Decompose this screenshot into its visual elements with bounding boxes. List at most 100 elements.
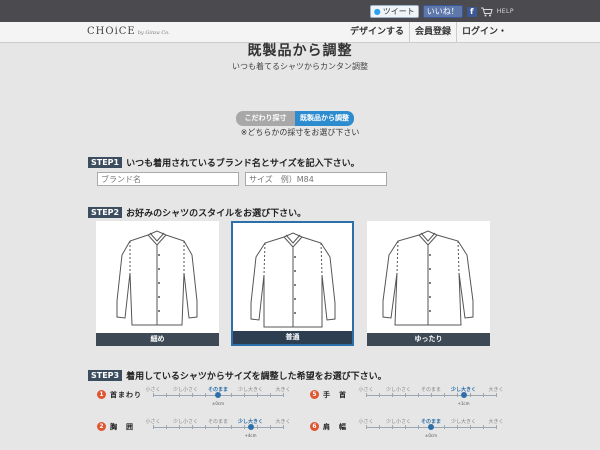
style-label-loose: ゆったり (367, 333, 490, 346)
slider-tick (270, 393, 271, 397)
adjust-number-badge: 2 (97, 422, 106, 431)
size-input[interactable] (245, 172, 387, 186)
slider-tick (379, 425, 380, 429)
slider-tick (244, 425, 245, 429)
adjust-part-label: 手 首 (323, 391, 347, 399)
scale-option[interactable]: 小さく (358, 386, 373, 393)
scale-option[interactable]: 大きく (275, 386, 290, 393)
adjust-number-badge: 5 (310, 390, 319, 399)
cart-icon[interactable] (480, 7, 493, 17)
scale-option[interactable]: 少し小さく (386, 386, 411, 393)
style-card-regular[interactable]: 普通 (231, 221, 354, 346)
adjust-number-badge: 1 (97, 390, 106, 399)
slider-tick (231, 393, 232, 397)
slider-tick (244, 393, 245, 397)
slider-tick (218, 425, 219, 429)
style-label-regular: 普通 (233, 331, 352, 344)
logo-text: CHOiCE (87, 26, 136, 37)
social-links: ● ツイート いいね！ f HELP (369, 5, 514, 18)
slider-tick (192, 425, 193, 429)
step1-badge: STEP1 (88, 157, 123, 168)
tweet-button[interactable]: ● ツイート (369, 5, 419, 18)
measure-mode-toggle: こだわり採寸 既製品から調整 (236, 111, 354, 126)
slider-tick (192, 393, 193, 397)
slider-tick (366, 393, 367, 397)
slider-track[interactable] (153, 425, 284, 429)
adjust-row: 6肩 幅小さく 少し小さく そのまま 少し大きく 大きく ±0cm (310, 414, 510, 438)
loose-shirt-icon (382, 230, 474, 326)
step3-badge: STEP3 (88, 370, 123, 381)
slider-tick (166, 425, 167, 429)
slider-tick (205, 425, 206, 429)
slider-tick (166, 393, 167, 397)
style-card-loose[interactable]: ゆったり (367, 221, 490, 346)
scale-option[interactable]: 少し小さく (173, 386, 198, 393)
slider-tick (496, 425, 497, 429)
scale-option[interactable]: 大きく (275, 418, 290, 425)
site-logo[interactable]: CHOiCE by Ginza Co. (87, 26, 170, 37)
slider-tick (205, 393, 206, 397)
tweet-label: ツイート (382, 7, 415, 16)
slider-tick (431, 393, 432, 397)
slider-handle[interactable] (215, 392, 221, 398)
scale-option[interactable]: 大きく (488, 386, 503, 393)
like-button[interactable]: いいね！ (422, 5, 463, 18)
slider-tick (444, 393, 445, 397)
brand-name-input[interactable] (97, 172, 239, 186)
scale-option[interactable]: 小さく (145, 418, 160, 425)
style-card-slim[interactable]: 細め (96, 221, 219, 346)
scale-option[interactable]: そのまま (208, 418, 228, 425)
scale-option[interactable]: 少し小さく (173, 418, 198, 425)
step2-header: STEP2 お好みのシャツのスタイルをお選び下さい。 (88, 206, 306, 219)
step1-header: STEP1 いつも着用されているブランド名とサイズを記入下さい。 (88, 156, 360, 169)
slider-handle[interactable] (428, 424, 434, 430)
scale-option[interactable]: 小さく (145, 386, 160, 393)
scale-option[interactable]: そのまま (421, 386, 441, 393)
adjust-value: +1cm (457, 401, 470, 406)
slider-tick (270, 425, 271, 429)
slider-handle[interactable] (460, 392, 467, 398)
step2-text: お好みのシャツのスタイルをお選び下さい。 (126, 209, 307, 219)
facebook-icon[interactable]: f (466, 6, 477, 17)
scale-option[interactable]: 少し小さく (386, 418, 411, 425)
toggle-from-ready-made[interactable]: 既製品から調整 (295, 111, 354, 126)
page-title: 既製品から調整 (247, 43, 353, 59)
slider-tick (392, 425, 393, 429)
slider-tick (153, 425, 154, 429)
top-bar: ● ツイート いいね！ f HELP (0, 0, 600, 22)
toggle-custom-measure[interactable]: こだわり採寸 (236, 111, 295, 126)
slider-track[interactable] (366, 393, 497, 397)
adjust-row: 5手 首小さく 少し小さく そのまま 少し大きく 大きく +1cm (310, 382, 510, 406)
slider-tick (231, 425, 232, 429)
slider-tick (405, 393, 406, 397)
slider-tick (283, 425, 284, 429)
slider-tick (257, 425, 258, 429)
scale-option[interactable]: 大きく (488, 418, 503, 425)
slider-tick (179, 425, 180, 429)
slider-tick (457, 393, 458, 397)
logo-tagline: by Ginza Co. (137, 30, 170, 36)
twitter-bird-icon: ● (373, 7, 381, 16)
adjust-row: 1 首まわり 小さく 少し小さく そのまま 少し大きく 大きく ±0cm (97, 382, 297, 406)
slider-tick (470, 425, 471, 429)
slider-tick (153, 393, 154, 397)
style-label-slim: 細め (96, 333, 219, 346)
adjust-part-label: 首まわり (110, 391, 142, 399)
adjust-number-badge: 6 (310, 422, 319, 431)
slider-handle[interactable] (247, 424, 254, 430)
adjust-value: ±0cm (212, 401, 224, 406)
scale-option[interactable]: 小さく (358, 418, 373, 425)
slider-tick (283, 393, 284, 397)
adjust-value: ±0cm (425, 433, 437, 438)
slider-tick (418, 393, 419, 397)
help-link[interactable]: HELP (497, 8, 514, 15)
slider-tick (179, 393, 180, 397)
slider-tick (257, 393, 258, 397)
slider-tick (483, 393, 484, 397)
slim-shirt-icon (116, 230, 198, 326)
slider-tick (405, 425, 406, 429)
scale-option[interactable]: 少し大きく (451, 418, 476, 425)
step3-text: 着用しているシャツからサイズを調整した希望をお選び下さい。 (126, 372, 387, 382)
regular-shirt-icon (250, 232, 336, 328)
scale-option[interactable]: 少し大きく (238, 386, 263, 393)
